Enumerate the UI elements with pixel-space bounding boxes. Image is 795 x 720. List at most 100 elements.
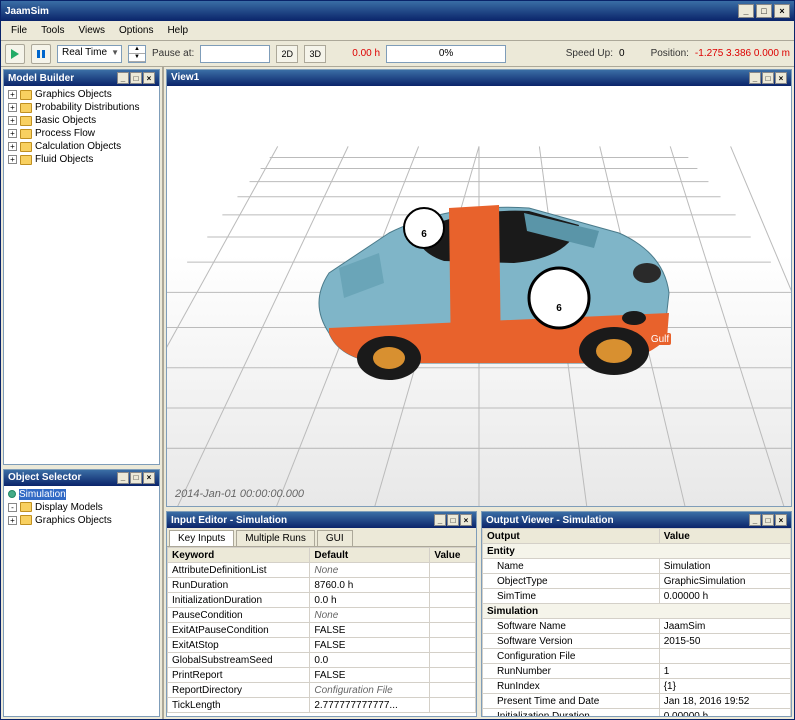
tree-item[interactable]: + Graphics Objects (6, 88, 157, 101)
object-selector-tree[interactable]: Simulation-Display Models + Graphics Objec… (4, 486, 159, 716)
sim-icon (8, 490, 16, 498)
tree-label: Process Flow (35, 128, 95, 139)
tree-label: Graphics Objects (35, 515, 112, 526)
main-window: JaamSim _ □ × File Tools Views Options H… (0, 0, 795, 720)
panel-close-icon[interactable]: × (143, 72, 155, 84)
model-builder-tree[interactable]: + Graphics Objects + Probability Distributi… (4, 86, 159, 464)
table-row[interactable]: Configuration File (483, 649, 791, 664)
tree-item[interactable]: + Graphics Objects (6, 514, 157, 527)
expand-icon[interactable]: + (8, 103, 17, 112)
panel-min-icon[interactable]: _ (434, 514, 446, 526)
expand-icon[interactable]: + (8, 116, 17, 125)
speedup-label: Speed Up: (566, 48, 613, 59)
panel-close-icon[interactable]: × (775, 72, 787, 84)
table-row[interactable]: GlobalSubstreamSeed0.0 (168, 653, 476, 668)
table-row[interactable]: RunNumber1 (483, 664, 791, 679)
tree-item[interactable]: +Fluid Objects (6, 153, 157, 166)
expand-icon[interactable]: + (8, 155, 17, 164)
mode-spinner[interactable]: ▲▼ (128, 45, 146, 63)
tab-multiple-runs[interactable]: Multiple Runs (236, 530, 315, 546)
tree-label: Graphics Objects (35, 89, 112, 100)
panel-min-icon[interactable]: _ (117, 472, 129, 484)
panel-max-icon[interactable]: □ (762, 72, 774, 84)
object-selector-title[interactable]: Object Selector _ □ × (4, 470, 159, 486)
menu-file[interactable]: File (5, 23, 33, 38)
input-editor-panel: Input Editor - Simulation _ □ × Key Inpu… (166, 511, 477, 717)
table-row[interactable]: AttributeDefinitionListNone (168, 563, 476, 578)
minimize-button[interactable]: _ (738, 4, 754, 18)
expand-icon[interactable]: + (8, 129, 17, 138)
expand-icon[interactable]: + (8, 516, 17, 525)
tree-item[interactable]: + Probability Distributions (6, 101, 157, 114)
panel-close-icon[interactable]: × (143, 472, 155, 484)
table-row[interactable]: NameSimulation (483, 559, 791, 574)
close-button[interactable]: × (774, 4, 790, 18)
table-row[interactable]: Software NameJaamSim (483, 619, 791, 634)
panel-close-icon[interactable]: × (775, 514, 787, 526)
svg-text:6: 6 (421, 229, 427, 240)
view3d-title[interactable]: View1 _ □ × (167, 70, 791, 86)
panel-max-icon[interactable]: □ (130, 472, 142, 484)
menu-help[interactable]: Help (161, 23, 194, 38)
table-row[interactable]: RunDuration8760.0 h (168, 578, 476, 593)
svg-text:Gulf: Gulf (651, 334, 670, 345)
stop-button[interactable] (31, 44, 51, 64)
panel-min-icon[interactable]: _ (749, 72, 761, 84)
panel-min-icon[interactable]: _ (117, 72, 129, 84)
maximize-button[interactable]: □ (756, 4, 772, 18)
car-model[interactable]: 6 6 Gulf (269, 153, 689, 413)
panel-max-icon[interactable]: □ (762, 514, 774, 526)
tab-key-inputs[interactable]: Key Inputs (169, 530, 234, 546)
folder-icon (20, 502, 32, 512)
tree-item[interactable]: + Calculation Objects (6, 140, 157, 153)
input-editor-title[interactable]: Input Editor - Simulation _ □ × (167, 512, 476, 528)
sim-time: 0.00 h (352, 48, 380, 59)
table-row[interactable]: ObjectTypeGraphicSimulation (483, 574, 791, 589)
expand-icon[interactable]: + (8, 142, 17, 151)
tree-item[interactable]: +Basic Objects (6, 114, 157, 127)
panel-min-icon[interactable]: _ (749, 514, 761, 526)
panel-max-icon[interactable]: □ (447, 514, 459, 526)
menu-options[interactable]: Options (113, 23, 159, 38)
view-3d-button[interactable]: 3D (304, 45, 326, 63)
tree-item[interactable]: -Display Models (6, 501, 157, 514)
tree-label: Calculation Objects (35, 141, 121, 152)
tree-item[interactable]: Simulation (6, 488, 157, 501)
model-builder-title[interactable]: Model Builder _ □ × (4, 70, 159, 86)
view3d-canvas[interactable]: 6 6 Gulf 2014-Jan-01 00:00:00.000 (167, 86, 791, 506)
menu-views[interactable]: Views (72, 23, 111, 38)
panel-close-icon[interactable]: × (460, 514, 472, 526)
position-label: Position: (651, 48, 689, 59)
input-editor-tabs: Key Inputs Multiple Runs GUI (167, 528, 476, 547)
pause-input[interactable] (200, 45, 270, 63)
tree-label: Probability Distributions (35, 102, 140, 113)
table-row[interactable]: InitializationDuration0.0 h (168, 593, 476, 608)
panel-max-icon[interactable]: □ (130, 72, 142, 84)
table-row[interactable]: PrintReportFALSE (168, 668, 476, 683)
table-row[interactable]: ReportDirectoryConfiguration File (168, 683, 476, 698)
table-row[interactable]: RunIndex{1} (483, 679, 791, 694)
play-button[interactable] (5, 44, 25, 64)
table-row[interactable]: Initialization Duration0.00000 h (483, 709, 791, 717)
table-row[interactable]: ExitAtStopFALSE (168, 638, 476, 653)
table-row[interactable]: TickLength2.777777777777... (168, 698, 476, 713)
table-row[interactable]: Present Time and DateJan 18, 2016 19:52 (483, 694, 791, 709)
menu-tools[interactable]: Tools (35, 23, 70, 38)
tree-label: Simulation (19, 489, 66, 500)
pause-label: Pause at: (152, 48, 194, 59)
tree-item[interactable]: + Process Flow (6, 127, 157, 140)
table-row[interactable]: ExitAtPauseConditionFALSE (168, 623, 476, 638)
table-row[interactable]: PauseConditionNone (168, 608, 476, 623)
expand-icon[interactable]: + (8, 90, 17, 99)
table-row[interactable]: SimTime0.00000 h (483, 589, 791, 604)
tab-gui[interactable]: GUI (317, 530, 353, 546)
input-editor-table[interactable]: KeywordDefaultValue AttributeDefinitionL… (167, 547, 476, 713)
output-viewer-title[interactable]: Output Viewer - Simulation _ □ × (482, 512, 791, 528)
expand-icon[interactable]: - (8, 503, 17, 512)
titlebar[interactable]: JaamSim _ □ × (1, 1, 794, 21)
table-row[interactable]: Software Version2015-50 (483, 634, 791, 649)
view-2d-button[interactable]: 2D (276, 45, 298, 63)
progress-bar: 0% (386, 45, 506, 63)
mode-combo[interactable]: Real Time (57, 45, 122, 63)
output-viewer-table[interactable]: OutputValue EntityNameSimulationObjectTy… (482, 528, 791, 716)
